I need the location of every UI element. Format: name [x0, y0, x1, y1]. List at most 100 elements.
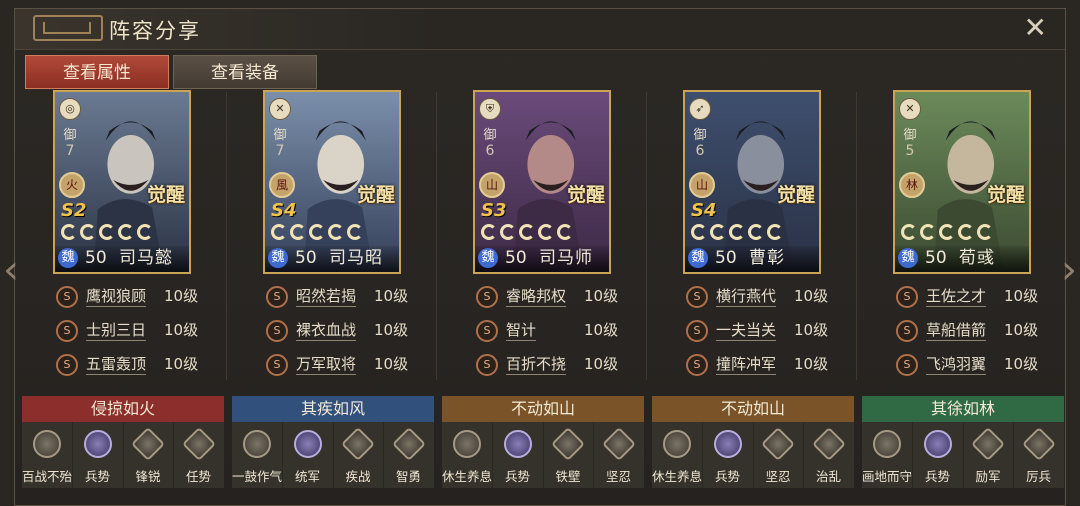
tactic-icon	[243, 430, 271, 458]
skill-row[interactable]: S 昭然若揭 10级	[266, 284, 436, 308]
tactic-icon	[761, 427, 795, 461]
tactic-icon	[1021, 427, 1056, 461]
tactic-item[interactable]: 铁壁	[543, 422, 594, 488]
skill-row[interactable]: S 士别三日 10级	[56, 318, 226, 342]
tab-attributes[interactable]: 查看属性	[25, 55, 169, 89]
skill-row[interactable]: S 一夫当关 10级	[686, 318, 856, 342]
tactic-item[interactable]: 厉兵	[1014, 422, 1064, 488]
tactic-item[interactable]: 疾战	[333, 422, 384, 488]
tactic-icon	[811, 427, 846, 461]
tactic-item[interactable]: 励军	[963, 422, 1014, 488]
star-rank	[271, 224, 363, 240]
star-icon	[500, 224, 516, 240]
column-divider	[646, 92, 647, 380]
tactic-item[interactable]: 统军	[283, 422, 334, 488]
tactic-icon	[663, 430, 691, 458]
troop-type-icon: ⛨	[479, 98, 501, 120]
skill-row[interactable]: S 裸衣血战 10级	[266, 318, 436, 342]
tab-equipment[interactable]: 查看装备	[173, 55, 317, 89]
star-icon	[481, 224, 497, 240]
tactic-item[interactable]: 锋锐	[123, 422, 174, 488]
card-side-info: ◎ 御 7	[59, 98, 81, 159]
star-icon	[691, 224, 707, 240]
element-badge-icon: 林	[899, 172, 925, 198]
skill-name: 万军取将	[296, 355, 357, 375]
skill-row[interactable]: S 智计 10级	[476, 318, 646, 342]
tactic-item[interactable]: 智勇	[384, 422, 434, 488]
general-card[interactable]: ➶ 御 6 山 觉醒 S4 魏 50 曹彰	[683, 90, 821, 274]
general-level: 50	[715, 248, 737, 268]
tactic-item[interactable]: 兵势	[73, 422, 124, 488]
tactic-icon	[551, 427, 585, 461]
general-card[interactable]: ✕ 御 7 風 觉醒 S4 魏 50 司马昭	[263, 90, 401, 274]
tactic-icon	[873, 430, 901, 458]
skill-row[interactable]: S 五雷轰顶 10级	[56, 352, 226, 376]
tactic-item[interactable]: 任势	[174, 422, 224, 488]
troop-type-icon: ◎	[59, 98, 81, 120]
skill-name: 撞阵冲军	[716, 355, 777, 375]
faction-badge: 魏	[478, 248, 498, 268]
skill-name: 士别三日	[86, 321, 147, 341]
team-name-bar: 侵掠如火	[22, 396, 224, 422]
skill-name: 睿略邦权	[506, 287, 567, 307]
skill-row[interactable]: S 撞阵冲军 10级	[686, 352, 856, 376]
title-ornament-icon	[33, 15, 103, 41]
skill-grade-icon: S	[56, 354, 78, 376]
star-icon	[729, 224, 745, 240]
skill-grade-icon: S	[686, 320, 708, 342]
skill-level: 10级	[164, 321, 199, 339]
skill-level: 10级	[1004, 321, 1039, 339]
skill-level: 10级	[164, 355, 199, 373]
star-icon	[901, 224, 917, 240]
defense-value: 5	[905, 143, 915, 159]
team-name-bar: 不动如山	[442, 396, 644, 422]
skill-name: 智计	[506, 321, 537, 341]
title-bar: 阵容分享 ✕	[15, 9, 1065, 50]
tactic-item[interactable]: 休生养息	[442, 422, 493, 488]
tactic-item[interactable]: 兵势	[913, 422, 964, 488]
tactic-label: 兵势	[714, 469, 740, 484]
tactic-item[interactable]: 兵势	[703, 422, 754, 488]
skill-grade-icon: S	[266, 320, 288, 342]
tactic-label: 百战不殆	[22, 469, 73, 484]
skill-row[interactable]: S 王佐之才 10级	[896, 284, 1066, 308]
skill-row[interactable]: S 鹰视狼顾 10级	[56, 284, 226, 308]
tactic-item[interactable]: 坚忍	[594, 422, 644, 488]
skill-level: 10级	[374, 355, 409, 373]
skill-name: 一夫当关	[716, 321, 777, 341]
star-icon	[557, 224, 573, 240]
tactic-item[interactable]: 画地而守	[862, 422, 913, 488]
tactic-item[interactable]: 兵势	[493, 422, 544, 488]
close-icon[interactable]: ✕	[1024, 11, 1047, 45]
skill-row[interactable]: S 百折不挠 10级	[476, 352, 646, 376]
tactic-item[interactable]: 一鼓作气	[232, 422, 283, 488]
star-icon	[137, 224, 153, 240]
skill-level: 10级	[374, 287, 409, 305]
tactic-label: 坚忍	[605, 469, 631, 484]
tactic-label: 智勇	[395, 469, 421, 484]
tactic-label: 统军	[294, 469, 320, 484]
tactic-label: 励军	[975, 469, 1001, 484]
skill-row[interactable]: S 草船借箭 10级	[896, 318, 1066, 342]
tactic-item[interactable]: 治乱	[804, 422, 854, 488]
skill-row[interactable]: S 横行燕代 10级	[686, 284, 856, 308]
faction-badge: 魏	[688, 248, 708, 268]
star-icon	[920, 224, 936, 240]
skill-name: 鹰视狼顾	[86, 287, 147, 307]
general-name: 司马师	[539, 248, 593, 268]
season-badge: S2	[61, 200, 87, 221]
general-card[interactable]: ◎ 御 7 火 觉醒 S2 魏 50 司马懿	[53, 90, 191, 274]
skill-row[interactable]: S 睿略邦权 10级	[476, 284, 646, 308]
tactic-label: 兵势	[924, 469, 950, 484]
tactic-item[interactable]: 坚忍	[753, 422, 804, 488]
skill-row[interactable]: S 飞鸿羽翼 10级	[896, 352, 1066, 376]
team-name-bar: 不动如山	[652, 396, 854, 422]
tactic-item[interactable]: 休生养息	[652, 422, 703, 488]
skill-grade-icon: S	[266, 354, 288, 376]
skill-row[interactable]: S 万军取将 10级	[266, 352, 436, 376]
column-divider	[226, 92, 227, 380]
awaken-label: 觉醒	[566, 184, 605, 206]
general-card[interactable]: ✕ 御 5 林 觉醒 魏 50 荀彧	[893, 90, 1031, 274]
tactic-item[interactable]: 百战不殆	[22, 422, 73, 488]
general-card[interactable]: ⛨ 御 6 山 觉醒 S3 魏 50 司马师	[473, 90, 611, 274]
